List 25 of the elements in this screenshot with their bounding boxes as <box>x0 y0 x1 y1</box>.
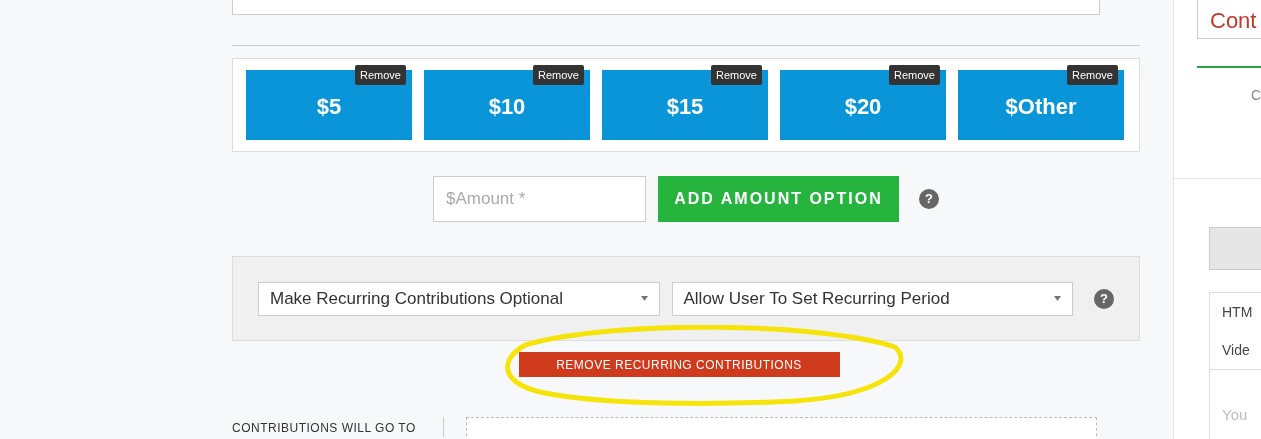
editor-tab[interactable]: HTM <box>1222 303 1261 321</box>
amount-input[interactable]: $Amount * <box>433 176 646 222</box>
editor-tab[interactable]: Vide <box>1222 341 1261 359</box>
remove-button[interactable]: Remove <box>889 65 940 85</box>
recurring-option-select[interactable]: Make Recurring Contributions Optional <box>258 281 660 316</box>
caret-icon <box>1054 296 1061 301</box>
remove-button[interactable]: Remove <box>533 65 584 85</box>
help-icon[interactable]: ? <box>1094 288 1114 309</box>
input-field-bottom[interactable] <box>232 0 1100 15</box>
remove-button[interactable]: Remove <box>711 65 762 85</box>
tab-label[interactable]: C <box>1250 88 1261 108</box>
select-value: Allow User To Set Recurring Period <box>683 287 950 310</box>
caret-icon <box>640 296 648 301</box>
recipient-dropzone[interactable] <box>465 417 1097 439</box>
toolbar-button[interactable] <box>1209 227 1261 270</box>
title-value: Cont <box>1210 10 1257 32</box>
recurring-period-select[interactable]: Allow User To Set Recurring Period <box>671 281 1073 316</box>
contributions-label: CONTRIBUTIONS WILL GO TO <box>232 421 416 435</box>
remove-recurring-button[interactable]: REMOVE RECURRING CONTRIBUTIONS <box>518 352 840 377</box>
select-value: Make Recurring Contributions Optional <box>270 287 563 310</box>
help-icon[interactable]: ? <box>919 189 939 209</box>
title-field[interactable]: Cont <box>1197 0 1261 39</box>
active-tab-underline <box>1197 66 1261 68</box>
remove-button[interactable]: Remove <box>1067 65 1118 85</box>
remove-button[interactable]: Remove <box>355 65 406 85</box>
